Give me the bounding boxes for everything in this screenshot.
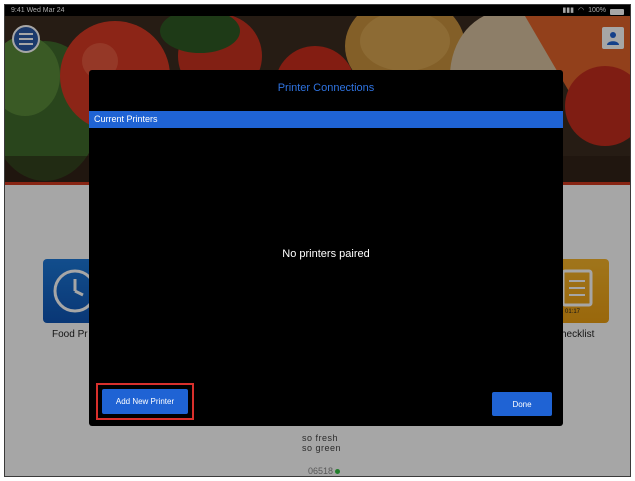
current-printers-header: Current Printers: [89, 111, 563, 128]
printer-connections-dialog: Printer Connections Current Printers No …: [89, 70, 563, 426]
app-window: 9:41 Wed Mar 24 ▮▮▮ ◠ 100% Food Pr 01:17…: [4, 4, 631, 477]
add-printer-highlight: Add New Printer: [96, 383, 194, 420]
dialog-title: Printer Connections: [277, 82, 375, 94]
add-new-printer-button[interactable]: Add New Printer: [102, 389, 188, 414]
empty-state-message: No printers paired: [282, 248, 370, 260]
done-button[interactable]: Done: [492, 392, 552, 416]
